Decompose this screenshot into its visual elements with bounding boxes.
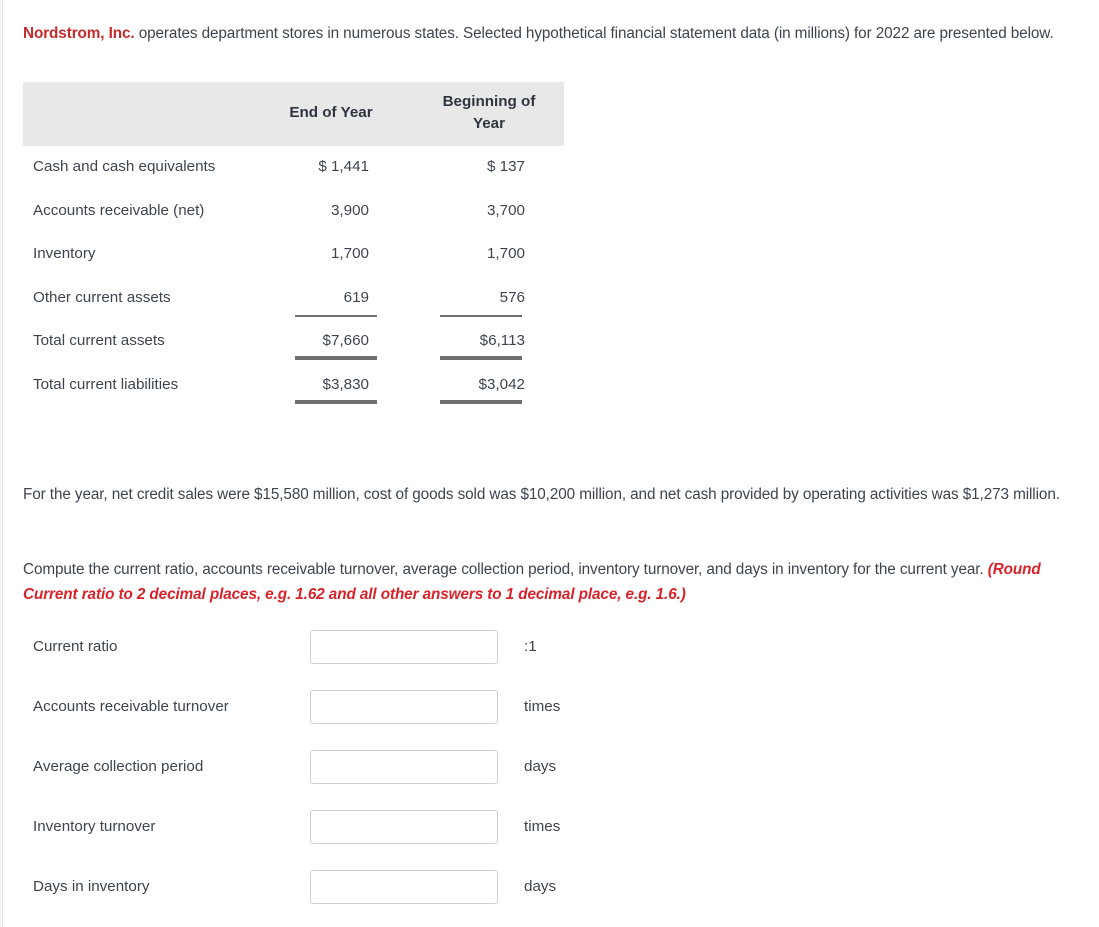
column-header-beginning-of-year: Beginning of Year [429, 91, 549, 135]
row-value-beginning-of-year: 1,700 [486, 245, 525, 262]
input-average-collection-period[interactable] [310, 750, 498, 784]
form-row-inventory-turnover: Inventory turnover times [0, 805, 1099, 865]
unit-inventory-turnover: times [524, 818, 561, 835]
row-label: Total current liabilities [33, 375, 179, 393]
total-rule-col2 [440, 399, 522, 404]
company-name: Nordstrom, Inc. [23, 25, 135, 43]
row-value-end-of-year: $ 1,441 [318, 158, 369, 175]
input-current-ratio[interactable] [310, 630, 498, 664]
row-label: Cash and cash equivalents [33, 158, 216, 175]
row-value-end-of-year: $3,830 [322, 375, 369, 393]
unit-average-collection-period: days [524, 758, 557, 775]
financial-data-table: End of Year Beginning of Year Cash and ca… [23, 82, 564, 407]
row-label: Inventory [33, 245, 96, 262]
form-row-accounts-receivable-turnover: Accounts receivable turnover times [0, 685, 1099, 745]
row-value-beginning-of-year: $ 137 [486, 158, 525, 175]
form-label-inventory-turnover: Inventory turnover [33, 818, 156, 835]
unit-current-ratio: :1 [524, 638, 537, 655]
table-body: Cash and cash equivalents $ 1,441 $ 137 … [23, 146, 564, 407]
unit-accounts-receivable-turnover: times [524, 698, 561, 715]
row-label: Other current assets [33, 288, 171, 306]
total-rule-col2 [440, 356, 522, 360]
unit-days-in-inventory: days [524, 878, 557, 895]
instruction-paragraph: Compute the current ratio, accounts rece… [23, 557, 1075, 607]
row-value-end-of-year: $7,660 [322, 332, 369, 349]
form-label-days-in-inventory: Days in inventory [33, 878, 150, 895]
total-rule-col1 [295, 356, 377, 360]
subtotal-rule-col2 [440, 314, 522, 317]
row-value-end-of-year: 3,900 [330, 201, 369, 219]
row-value-end-of-year: 1,700 [330, 245, 369, 262]
question-page: Nordstrom, Inc. operates department stor… [0, 0, 1099, 927]
instruction-text: Compute the current ratio, accounts rece… [23, 561, 988, 579]
table-row: Total current assets $7,660 $6,113 [23, 320, 564, 364]
row-label: Total current assets [33, 332, 165, 349]
form-row-days-in-inventory: Days in inventory days [0, 865, 1099, 925]
form-label-average-collection-period: Average collection period [33, 758, 204, 775]
row-value-beginning-of-year: $6,113 [479, 332, 525, 349]
row-value-beginning-of-year: 576 [499, 288, 525, 306]
answer-form: Current ratio :1 Accounts receivable tur… [0, 625, 1099, 925]
column-header-beginning-of-year-line1: Beginning of [442, 93, 536, 110]
row-value-end-of-year: 619 [343, 288, 369, 306]
column-header-end-of-year: End of Year [289, 104, 373, 121]
form-label-current-ratio: Current ratio [33, 638, 118, 655]
sales-info-paragraph: For the year, net credit sales were $15,… [23, 486, 1060, 504]
row-label: Accounts receivable (net) [33, 201, 205, 219]
table-row: Other current assets 619 576 [23, 277, 564, 321]
subtotal-rule-col1 [295, 314, 377, 317]
intro-paragraph: Nordstrom, Inc. operates department stor… [23, 21, 1075, 46]
table-row: Accounts receivable (net) 3,900 3,700 [23, 190, 564, 234]
input-days-in-inventory[interactable] [310, 870, 498, 904]
row-value-beginning-of-year: $3,042 [478, 375, 525, 393]
total-rule-col1 [295, 399, 377, 404]
column-header-beginning-of-year-line2: Year [472, 115, 506, 132]
row-value-beginning-of-year: 3,700 [486, 201, 525, 219]
input-accounts-receivable-turnover[interactable] [310, 690, 498, 724]
intro-text: operates department stores in numerous s… [134, 25, 1054, 43]
form-row-average-collection-period: Average collection period days [0, 745, 1099, 805]
table-row: Inventory 1,700 1,700 [23, 233, 564, 277]
table-row: Cash and cash equivalents $ 1,441 $ 137 [23, 146, 564, 190]
form-label-accounts-receivable-turnover: Accounts receivable turnover [33, 698, 229, 715]
form-row-current-ratio: Current ratio :1 [0, 625, 1099, 685]
input-inventory-turnover[interactable] [310, 810, 498, 844]
table-header-row: End of Year Beginning of Year [23, 82, 564, 146]
table-row: Total current liabilities $3,830 $3,042 [23, 364, 564, 408]
